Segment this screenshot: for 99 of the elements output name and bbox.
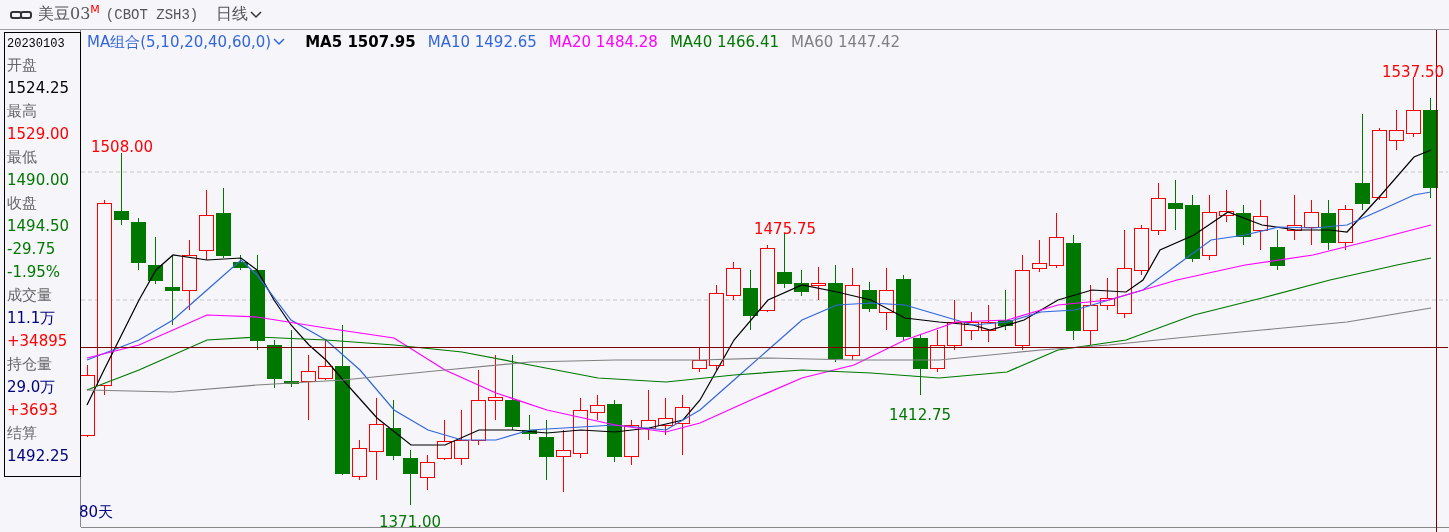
- moving-average-value: MA40 1466.41: [669, 33, 779, 51]
- candlestick: [607, 399, 622, 463]
- price-label: 1475.75: [754, 220, 817, 238]
- price-label: 1412.75: [889, 406, 952, 424]
- instrument-code: (CBOT ZSH3): [105, 6, 199, 23]
- period-dropdown[interactable]: 日线: [216, 4, 263, 25]
- candlestick: [726, 261, 741, 301]
- candlestick: [1168, 179, 1183, 231]
- candlestick: [1185, 194, 1200, 263]
- candlestick: [794, 269, 809, 297]
- candlestick: [1202, 194, 1217, 261]
- field-label: 最低: [7, 147, 38, 168]
- price-label: 1371.00: [379, 513, 442, 531]
- moving-average-value: MA20 1484.28: [548, 33, 658, 51]
- candlestick: [913, 334, 928, 396]
- moving-average-value: MA10 1492.65: [427, 33, 537, 51]
- candlestick: [760, 244, 775, 313]
- date-label: 20230103: [7, 36, 66, 53]
- candlestick: [199, 189, 214, 261]
- candlestick: [301, 354, 316, 421]
- candlestick: [692, 347, 707, 373]
- candlestick: [454, 409, 469, 466]
- candlestick: [403, 449, 418, 506]
- candlestick: [216, 187, 231, 259]
- candlestick: [386, 399, 401, 461]
- candlestick: [1236, 204, 1251, 246]
- candlestick: [573, 397, 588, 459]
- candlestick: [964, 311, 979, 341]
- candlestick: [1134, 224, 1149, 276]
- candlestick: [641, 389, 656, 441]
- candlestick: [1100, 277, 1115, 311]
- candlestick: [556, 429, 571, 493]
- candlestick: [352, 439, 367, 481]
- field-value: 1524.25: [7, 78, 71, 99]
- candlestick: [624, 419, 639, 466]
- candlestick: [862, 281, 877, 313]
- candlestick: [743, 269, 758, 331]
- candlestick: [947, 299, 962, 351]
- field-label: 开盘: [7, 55, 38, 76]
- candlestick: [284, 329, 299, 388]
- candlestick: [879, 267, 894, 331]
- field-label: 持仓量: [7, 354, 53, 375]
- candlestick: [233, 254, 248, 271]
- field-label: 成交量: [7, 285, 53, 306]
- field-value: -1.95%: [7, 262, 62, 283]
- candlestick: [658, 397, 673, 436]
- candlestick: [318, 339, 333, 381]
- candlestick: [1083, 284, 1098, 346]
- candlestick: [148, 236, 163, 285]
- candlestick: [1032, 239, 1047, 273]
- candlestick: [420, 454, 435, 491]
- candlestick: [267, 339, 282, 389]
- candlestick: [182, 239, 197, 311]
- candlestick: [998, 289, 1013, 331]
- caret-icon: [273, 38, 286, 46]
- price-label: 1508.00: [91, 138, 154, 156]
- field-value: 29.0万: [7, 377, 57, 398]
- candlestick: [1287, 194, 1302, 241]
- instrument-title: 美豆03$^{M}$: [38, 3, 100, 26]
- moving-average-value: MA5 1507.95: [305, 33, 416, 51]
- range-label: 80天: [79, 503, 114, 522]
- field-value: 11.1万: [7, 308, 57, 329]
- candlestick: [488, 354, 503, 421]
- candlestick: [590, 394, 605, 421]
- candlestick: [1338, 204, 1353, 251]
- candlestick: [1304, 199, 1319, 246]
- candlestick: [131, 217, 146, 271]
- candlestick: [1049, 212, 1064, 269]
- candlestick: [777, 232, 792, 289]
- field-label: 最高: [7, 101, 38, 122]
- candlestick: [930, 329, 945, 373]
- field-label: 收盘: [7, 193, 38, 214]
- indicator-dropdown[interactable]: MA组合(5,10,20,40,60,0): [87, 32, 286, 52]
- candlestick: [811, 266, 826, 301]
- candlestick: [981, 304, 996, 343]
- candlestick: [1406, 76, 1421, 138]
- field-value: +3693: [7, 400, 59, 421]
- link-icon[interactable]: [10, 9, 32, 20]
- candlestick: [675, 394, 690, 456]
- moving-average-value: MA60 1447.42: [791, 33, 901, 51]
- caret-icon: [250, 10, 263, 19]
- field-value: 1490.00: [7, 170, 71, 191]
- candlestick: [1389, 109, 1404, 151]
- candlestick: [437, 419, 452, 461]
- candlestick: [165, 254, 180, 326]
- candlestick: [1253, 199, 1268, 251]
- candlestick: [522, 414, 537, 441]
- field-value: 1529.00: [7, 124, 71, 145]
- candlestick: [1270, 229, 1285, 271]
- candlestick: [539, 419, 554, 481]
- field-value: 1494.50: [7, 216, 71, 237]
- candlestick: [1321, 199, 1336, 251]
- field-value: 1492.25: [7, 446, 71, 467]
- field-value: +34895: [7, 331, 69, 352]
- candlestick: [896, 274, 911, 341]
- field-value: -29.75: [7, 239, 57, 260]
- candlestick: [1151, 182, 1166, 236]
- field-label: 结算: [7, 423, 38, 444]
- candlestick: [1219, 189, 1234, 223]
